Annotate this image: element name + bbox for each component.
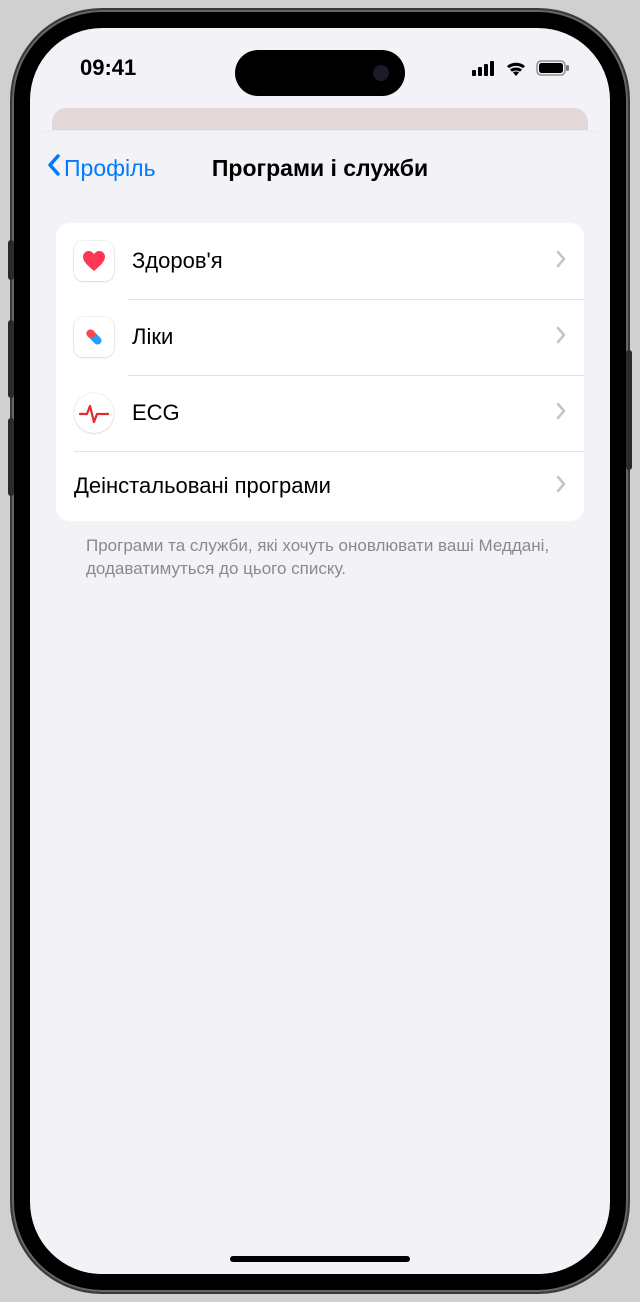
back-button[interactable]: Профіль (40, 153, 156, 183)
background-sheet-peek (52, 108, 588, 130)
list-item-label: ECG (132, 400, 556, 426)
volume-down-button (8, 418, 14, 496)
phone-frame: 09:41 Профіль (12, 10, 628, 1292)
apps-list: Здоров'я (56, 223, 584, 521)
list-item-label: Деінстальовані програми (74, 473, 556, 499)
status-time: 09:41 (80, 55, 136, 81)
modal-sheet: Профіль Програми і служби Здоров'я (34, 130, 606, 1274)
wifi-icon (504, 59, 528, 77)
list-item-ecg[interactable]: ECG (56, 375, 584, 451)
chevron-right-icon (556, 326, 566, 349)
back-label: Профіль (64, 155, 156, 182)
chevron-right-icon (556, 475, 566, 498)
power-button (626, 350, 632, 470)
ecg-icon (74, 393, 114, 433)
chevron-right-icon (556, 402, 566, 425)
section-footer-text: Програми та служби, які хочуть оновлюват… (56, 521, 584, 595)
battery-icon (536, 60, 570, 76)
list-item-medications[interactable]: Ліки (56, 299, 584, 375)
dynamic-island (235, 50, 405, 96)
chevron-right-icon (556, 250, 566, 273)
list-item-label: Ліки (132, 324, 556, 350)
health-icon (74, 241, 114, 281)
volume-up-button (8, 320, 14, 398)
screen: 09:41 Профіль (30, 28, 610, 1274)
list-item-label: Здоров'я (132, 248, 556, 274)
pill-icon (74, 317, 114, 357)
home-indicator[interactable] (230, 1256, 410, 1262)
list-item-uninstalled-apps[interactable]: Деінстальовані програми (56, 451, 584, 521)
list-item-health[interactable]: Здоров'я (56, 223, 584, 299)
cellular-icon (472, 60, 496, 76)
chevron-left-icon (46, 153, 62, 183)
mute-switch (8, 240, 14, 280)
navigation-bar: Профіль Програми і служби (34, 131, 606, 205)
